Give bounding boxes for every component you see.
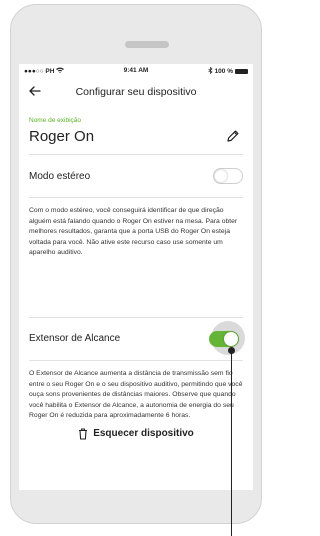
display-name-row: Roger On xyxy=(29,126,243,146)
page-title: Configurar seu dispositivo xyxy=(75,86,197,98)
edit-name-button[interactable] xyxy=(223,126,243,146)
stereo-label: Modo estéreo xyxy=(29,170,91,182)
forget-device-label: Esquecer dispositivo xyxy=(93,428,194,440)
status-right: 100 % xyxy=(207,66,248,76)
bluetooth-icon xyxy=(207,66,213,76)
divider xyxy=(29,197,243,198)
divider xyxy=(29,359,243,361)
stereo-row: Modo estéreo xyxy=(29,163,243,189)
app-screen: ●●●○○ PH 9:41 AM 100 % Configurar seu di… xyxy=(19,64,253,490)
range-extender-toggle-wrap xyxy=(203,320,245,355)
divider xyxy=(29,316,243,318)
trash-icon xyxy=(79,428,88,440)
stereo-description: Com o modo estéreo, você conseguirá iden… xyxy=(29,207,238,257)
callout-pointer-line xyxy=(231,350,232,536)
range-extender-label: Extensor de Alcance xyxy=(29,333,121,345)
divider xyxy=(29,154,243,155)
forget-device-button[interactable]: Esquecer dispositivo xyxy=(29,428,243,440)
battery-percent: 100 % xyxy=(214,68,233,75)
stereo-toggle[interactable] xyxy=(213,168,243,184)
toggle-knob xyxy=(224,331,238,346)
range-extender-toggle[interactable] xyxy=(209,330,239,347)
range-extender-row: Extensor de Alcance xyxy=(29,320,245,355)
device-name-section: Nome de exibição Roger On Modo estéreo C… xyxy=(19,117,253,440)
phone-speaker xyxy=(125,41,169,48)
toggle-knob xyxy=(215,170,227,182)
status-bar: ●●●○○ PH 9:41 AM 100 % xyxy=(19,64,253,77)
nav-bar: Configurar seu dispositivo xyxy=(19,77,253,105)
battery-icon xyxy=(235,69,248,74)
range-extender-description: O Extensor de Alcance aumenta a distânci… xyxy=(29,369,243,420)
display-name-label: Nome de exibição xyxy=(29,117,82,124)
display-name-value: Roger On xyxy=(29,127,95,145)
pencil-icon xyxy=(227,130,239,142)
